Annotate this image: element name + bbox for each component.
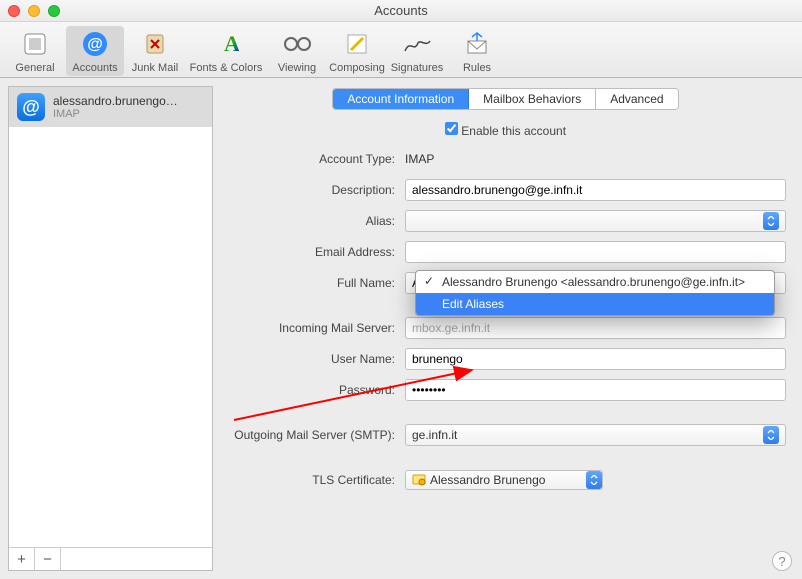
label-email: Email Address: [225, 245, 405, 259]
svg-text:A: A [224, 31, 239, 56]
description-input[interactable] [405, 179, 786, 201]
label-username: User Name: [225, 352, 405, 366]
preferences-toolbar: General @ Accounts Junk Mail A Fonts & C… [0, 22, 802, 78]
tls-certificate-dropdown[interactable]: Alessandro Brunengo [405, 470, 603, 490]
label-fullname: Full Name: [225, 276, 405, 290]
alias-option-edit[interactable]: Edit Aliases [416, 293, 774, 315]
tab-junk-mail[interactable]: Junk Mail [126, 26, 184, 76]
help-button[interactable]: ? [772, 551, 792, 571]
tab-label: Signatures [391, 62, 444, 74]
tab-general[interactable]: General [6, 26, 64, 76]
label-tls: TLS Certificate: [225, 473, 405, 487]
signatures-icon [401, 28, 433, 60]
tab-label: Viewing [278, 62, 316, 74]
composing-icon [341, 28, 373, 60]
tab-composing[interactable]: Composing [328, 26, 386, 76]
tab-viewing[interactable]: Viewing [268, 26, 326, 76]
accounts-icon: @ [79, 28, 111, 60]
svg-text:@: @ [87, 36, 103, 53]
fonts-icon: A [210, 28, 242, 60]
certificate-icon [412, 473, 426, 487]
username-input[interactable] [405, 348, 786, 370]
tab-account-information[interactable]: Account Information [333, 89, 469, 109]
account-name: alessandro.brunengo… [53, 94, 203, 108]
alias-dropdown[interactable] [405, 210, 786, 232]
tab-label: Rules [463, 62, 491, 74]
tab-accounts[interactable]: @ Accounts [66, 26, 124, 76]
viewing-icon [281, 28, 313, 60]
label-outgoing: Outgoing Mail Server (SMTP): [225, 428, 405, 442]
email-input[interactable] [405, 241, 786, 263]
tab-rules[interactable]: Rules [448, 26, 506, 76]
incoming-server-input [405, 317, 786, 339]
tab-mailbox-behaviors[interactable]: Mailbox Behaviors [469, 89, 596, 109]
label-alias: Alias: [225, 214, 405, 228]
tab-label: Junk Mail [132, 62, 178, 74]
titlebar: Accounts [0, 0, 802, 22]
label-description: Description: [225, 183, 405, 197]
account-detail-pane: Account Information Mailbox Behaviors Ad… [217, 78, 802, 579]
label-incoming: Incoming Mail Server: [225, 321, 405, 335]
tab-label: Composing [329, 62, 385, 74]
rules-icon [461, 28, 493, 60]
detail-tabs: Account Information Mailbox Behaviors Ad… [332, 88, 678, 110]
account-row[interactable]: @ alessandro.brunengo… IMAP [9, 87, 212, 127]
tab-label: Accounts [72, 62, 117, 74]
alias-popup-menu: Alessandro Brunengo <alessandro.brunengo… [415, 270, 775, 316]
label-account-type: Account Type: [225, 152, 405, 166]
smtp-dropdown[interactable]: ge.infn.it [405, 424, 786, 446]
general-icon [19, 28, 51, 60]
at-icon: @ [17, 93, 45, 121]
accounts-sidebar: @ alessandro.brunengo… IMAP + − [8, 86, 213, 571]
tab-label: Fonts & Colors [190, 62, 263, 74]
window-title: Accounts [0, 3, 802, 18]
alias-option-selected[interactable]: Alessandro Brunengo <alessandro.brunengo… [416, 271, 774, 293]
junk-icon [139, 28, 171, 60]
add-account-button[interactable]: + [9, 548, 35, 570]
value-account-type: IMAP [405, 152, 786, 166]
label-password: Password: [225, 383, 405, 397]
tab-label: General [15, 62, 54, 74]
enable-account-checkbox[interactable]: Enable this account [445, 124, 566, 138]
account-protocol: IMAP [53, 108, 203, 120]
password-input[interactable] [405, 379, 786, 401]
tab-signatures[interactable]: Signatures [388, 26, 446, 76]
remove-account-button[interactable]: − [35, 548, 61, 570]
tab-advanced[interactable]: Advanced [596, 89, 677, 109]
tab-fonts-colors[interactable]: A Fonts & Colors [186, 26, 266, 76]
